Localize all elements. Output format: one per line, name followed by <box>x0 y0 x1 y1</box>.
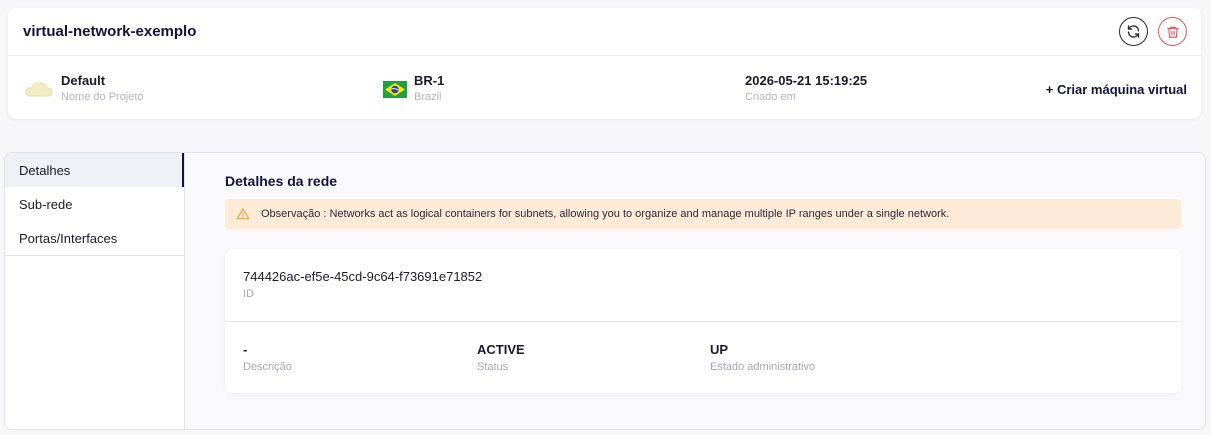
info-alert: Observação : Networks act as logical con… <box>225 199 1181 229</box>
status-value: ACTIVE <box>477 342 525 357</box>
network-id-value: 744426ac-ef5e-45cd-9c64-f73691e71852 <box>243 269 483 284</box>
admin-state-label: Estado administrativo <box>710 361 816 373</box>
project-info: Default Nome do Projeto <box>23 73 144 105</box>
sidebar-item-subnet[interactable]: Sub-rede <box>5 187 184 221</box>
header-actions <box>1119 17 1187 46</box>
brazil-flag-icon <box>383 80 407 98</box>
cloud-icon <box>25 82 53 97</box>
project-label: Nome do Projeto <box>61 91 144 103</box>
refresh-icon <box>1127 25 1140 38</box>
sidebar-item-ports[interactable]: Portas/Interfaces <box>5 221 184 255</box>
network-info-card: 744426ac-ef5e-45cd-9c64-f73691e71852 ID … <box>225 249 1181 393</box>
delete-button[interactable] <box>1158 17 1187 46</box>
refresh-button[interactable] <box>1119 17 1148 46</box>
description-label: Descrição <box>243 361 292 373</box>
created-date: 2026-05-21 15:19:25 <box>745 73 868 88</box>
sidebar: Detalhes Sub-rede Portas/Interfaces <box>5 153 185 429</box>
description-field: - Descrição <box>243 342 292 376</box>
trash-icon <box>1166 26 1179 38</box>
alert-text: Observação : Networks act as logical con… <box>261 208 950 220</box>
header-top-bar: virtual-network-exemplo <box>8 8 1201 56</box>
created-label: Criado em <box>745 91 796 103</box>
admin-state-value: UP <box>710 342 729 357</box>
create-vm-button[interactable]: + Criar máquina virtual <box>1046 82 1187 97</box>
network-title: virtual-network-exemplo <box>23 23 197 40</box>
id-field: 744426ac-ef5e-45cd-9c64-f73691e71852 ID <box>243 269 482 303</box>
warning-icon <box>236 208 250 220</box>
network-details-panel: Detalhes Sub-rede Portas/Interfaces Deta… <box>4 152 1206 430</box>
header-info-row: Default Nome do Projeto BR-1 Brazil 2026… <box>8 56 1201 118</box>
status-label: Status <box>477 361 509 373</box>
section-title: Detalhes da rede <box>225 173 338 189</box>
project-name: Default <box>61 73 106 88</box>
created-info: 2026-05-21 15:19:25 Criado em <box>745 73 867 105</box>
status-field: ACTIVE Status <box>477 342 525 376</box>
region-label: Brazil <box>414 91 442 103</box>
sidebar-item-details[interactable]: Detalhes <box>5 153 184 187</box>
description-value: - <box>243 342 248 357</box>
region-name: BR-1 <box>414 73 445 88</box>
network-id-label: ID <box>243 288 254 300</box>
divider <box>225 321 1181 322</box>
admin-state-field: UP Estado administrativo <box>710 342 815 376</box>
region-info: BR-1 Brazil <box>383 73 444 105</box>
network-header-card: virtual-network-exemplo Default Nome do … <box>8 8 1201 119</box>
sidebar-menu: Detalhes Sub-rede Portas/Interfaces <box>5 153 184 256</box>
